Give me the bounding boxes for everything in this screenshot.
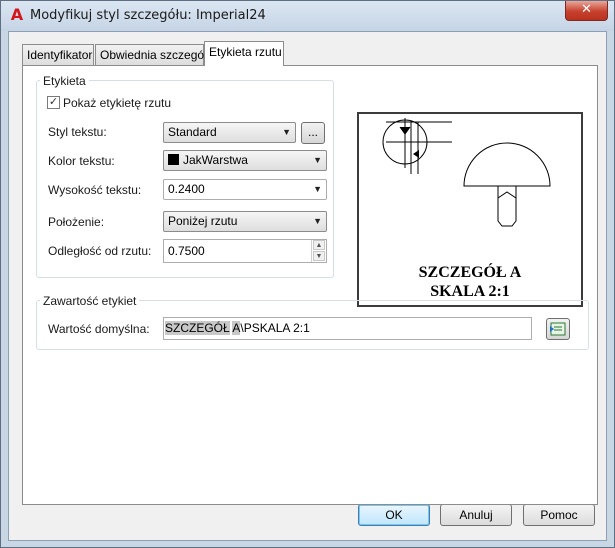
tab-panel: Etykieta ✓ Pokaż etykietę rzutu Styl tek… — [22, 65, 598, 505]
text-style-browse-button[interactable]: ... — [301, 122, 325, 144]
title-bar[interactable]: A Modyfikuj styl szczegółu: Imperial24 ✕ — [1, 1, 614, 31]
text-color-value: JakWarstwa — [183, 153, 248, 167]
offset-spinner[interactable]: 0.7500 ▲ ▼ — [163, 239, 327, 263]
default-value-field[interactable]: SZCZEGÓŁ A\PSKALA 2:1 — [163, 317, 532, 340]
insert-field-icon — [550, 322, 566, 336]
default-value-selected: SZCZEGÓŁ — [165, 321, 230, 335]
preview-pane: SZCZEGÓŁ A SKALA 2:1 — [357, 112, 583, 307]
text-height-value: 0.2400 — [168, 182, 205, 196]
window-title: Modyfikuj styl szczegółu: Imperial24 — [30, 8, 266, 23]
show-label-text: Pokaż etykietę rzutu — [63, 96, 172, 110]
text-style-label: Styl tekstu: — [48, 125, 107, 139]
chevron-down-icon: ▼ — [313, 155, 322, 165]
text-height-label: Wysokość tekstu: — [48, 183, 142, 197]
offset-value: 0.7500 — [168, 244, 205, 258]
show-label-checkbox[interactable]: ✓ — [47, 96, 60, 109]
tab-identyfikator[interactable]: Identyfikator — [22, 44, 94, 66]
insert-field-button[interactable] — [546, 318, 570, 340]
tab-obwiednia[interactable]: Obwiednia szczegółu — [95, 44, 213, 66]
text-style-select[interactable]: Standard ▼ — [163, 122, 296, 143]
position-value: Poniżej rzutu — [168, 214, 238, 228]
position-select[interactable]: Poniżej rzutu ▼ — [163, 211, 327, 232]
chevron-down-icon: ▼ — [282, 127, 291, 137]
preview-label-line1: SZCZEGÓŁ A — [418, 264, 522, 281]
contents-group-title: Zawartość etykiet — [40, 294, 140, 308]
help-button[interactable]: Pomoc — [523, 504, 595, 526]
dialog-window: A Modyfikuj styl szczegółu: Imperial24 ✕… — [0, 0, 615, 548]
text-height-combo[interactable]: 0.2400 ▼ — [163, 179, 327, 200]
preview-label-line2: SKALA 2:1 — [430, 283, 510, 300]
ok-button[interactable]: OK — [358, 504, 430, 526]
position-label: Położenie: — [48, 215, 105, 229]
close-button[interactable]: ✕ — [565, 1, 608, 21]
text-color-label: Kolor tekstu: — [48, 154, 115, 168]
tab-etykieta-rzutu[interactable]: Etykieta rzutu — [204, 41, 284, 66]
default-value-rest: \PSKALA 2:1 — [240, 321, 310, 335]
offset-label: Odległość od rzutu: — [48, 244, 152, 258]
spin-down-icon[interactable]: ▼ — [313, 251, 325, 261]
autocad-logo-icon: A — [10, 5, 24, 24]
default-value-label: Wartość domyślna: — [48, 322, 150, 336]
color-swatch — [168, 154, 179, 165]
label-group-title: Etykieta — [40, 74, 89, 88]
spin-up-icon[interactable]: ▲ — [313, 240, 325, 250]
chevron-down-icon: ▼ — [313, 216, 322, 226]
dialog-client: Identyfikator Obwiednia szczegółu Etykie… — [8, 31, 607, 541]
cancel-button[interactable]: Anuluj — [440, 504, 512, 526]
chevron-down-icon: ▼ — [313, 184, 322, 194]
offset-spin-buttons: ▲ ▼ — [311, 240, 326, 262]
text-style-value: Standard — [168, 125, 217, 139]
text-color-select[interactable]: JakWarstwa ▼ — [163, 150, 327, 171]
